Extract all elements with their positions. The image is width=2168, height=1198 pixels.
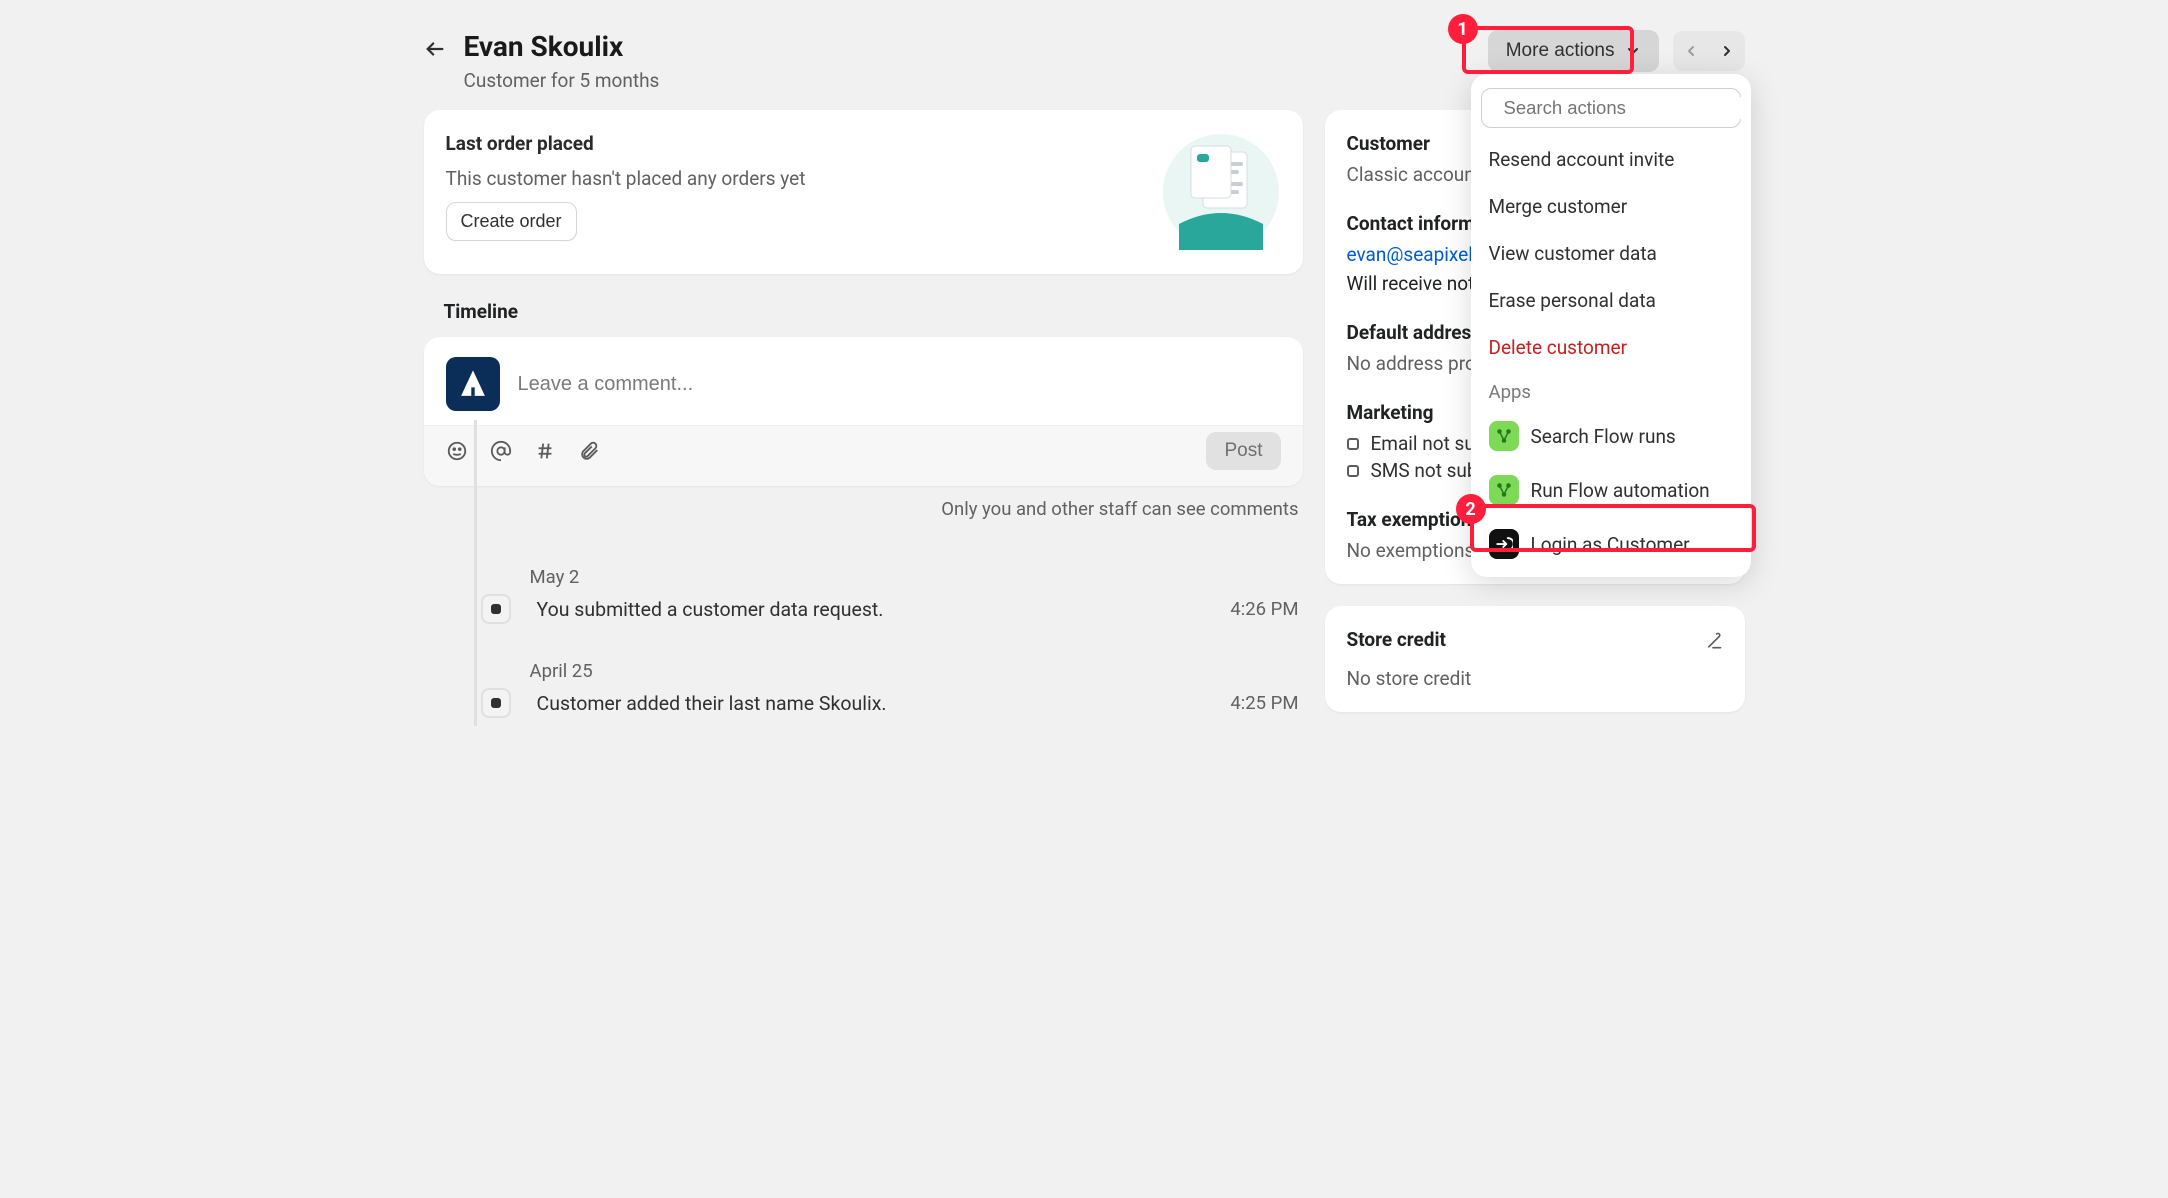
mention-icon[interactable] (490, 440, 512, 462)
action-erase-data[interactable]: Erase personal data (1471, 277, 1751, 324)
hashtag-icon[interactable] (534, 440, 556, 462)
actions-search[interactable] (1481, 88, 1741, 128)
last-order-body: This customer hasn't placed any orders y… (446, 167, 806, 190)
action-delete-customer[interactable]: Delete customer (1471, 324, 1751, 371)
app-search-flow-runs[interactable]: Search Flow runs (1471, 409, 1751, 463)
store-credit-heading: Store credit (1347, 628, 1446, 651)
status-dot-icon (1347, 438, 1359, 450)
chevron-down-icon (1625, 43, 1641, 59)
timeline-heading: Timeline (424, 274, 1303, 337)
app-run-flow-automation[interactable]: Run Flow automation (1471, 463, 1751, 517)
page-subtitle: Customer for 5 months (464, 69, 660, 92)
back-arrow[interactable] (424, 30, 446, 60)
more-actions-button[interactable]: More actions (1488, 30, 1659, 72)
last-order-heading: Last order placed (446, 132, 594, 155)
status-dot-icon (1347, 465, 1359, 477)
comment-card: Post (424, 337, 1303, 486)
timeline-item: You submitted a customer data request. 4… (484, 594, 1303, 624)
annotation-badge-2: 2 (1456, 494, 1486, 524)
action-merge-customer[interactable]: Merge customer (1471, 183, 1751, 230)
login-app-icon (1489, 529, 1519, 559)
timeline-axis (474, 420, 477, 726)
edit-icon[interactable] (1703, 631, 1723, 656)
create-order-button[interactable]: Create order (446, 202, 577, 241)
last-order-card: Last order placed This customer hasn't p… (424, 110, 1303, 274)
timeline-item: Customer added their last name Skoulix. … (484, 688, 1303, 718)
post-button[interactable]: Post (1206, 432, 1280, 470)
attachment-icon[interactable] (578, 440, 600, 462)
next-customer-button[interactable] (1709, 31, 1745, 71)
timeline-item-text: Customer added their last name Skoulix. (537, 692, 887, 715)
more-actions-label: More actions (1506, 40, 1615, 62)
flow-app-icon (1489, 475, 1519, 505)
timeline-item-text: You submitted a customer data request. (537, 598, 884, 621)
prev-customer-button (1673, 31, 1709, 71)
comment-input[interactable] (518, 373, 1281, 396)
timeline-list: May 2 You submitted a customer data requ… (424, 530, 1303, 726)
timeline-dot-icon (481, 594, 511, 624)
annotation-badge-1: 1 (1448, 14, 1478, 44)
timeline-dot-icon (481, 688, 511, 718)
page-title: Evan Skoulix (464, 30, 660, 63)
timeline-date: April 25 (530, 660, 1303, 682)
timeline-item-time: 4:26 PM (1230, 598, 1298, 620)
timeline-item-time: 4:25 PM (1230, 692, 1298, 714)
action-view-data[interactable]: View customer data (1471, 230, 1751, 277)
comment-visibility-note: Only you and other staff can see comment… (424, 486, 1303, 530)
app-login-as-customer[interactable]: Login as Customer (1471, 517, 1751, 571)
apps-section-label: Apps (1471, 371, 1751, 409)
more-actions-menu: Resend account invite Merge customer Vie… (1471, 74, 1751, 577)
store-credit-card: Store credit No store credit (1325, 606, 1745, 712)
timeline-date: May 2 (530, 566, 1303, 588)
orders-illustration-icon (1161, 132, 1281, 252)
avatar (446, 357, 500, 411)
emoji-icon[interactable] (446, 440, 468, 462)
action-resend-invite[interactable]: Resend account invite (1471, 136, 1751, 183)
actions-search-input[interactable] (1504, 97, 1747, 119)
store-credit-body: No store credit (1347, 667, 1723, 690)
flow-app-icon (1489, 421, 1519, 451)
